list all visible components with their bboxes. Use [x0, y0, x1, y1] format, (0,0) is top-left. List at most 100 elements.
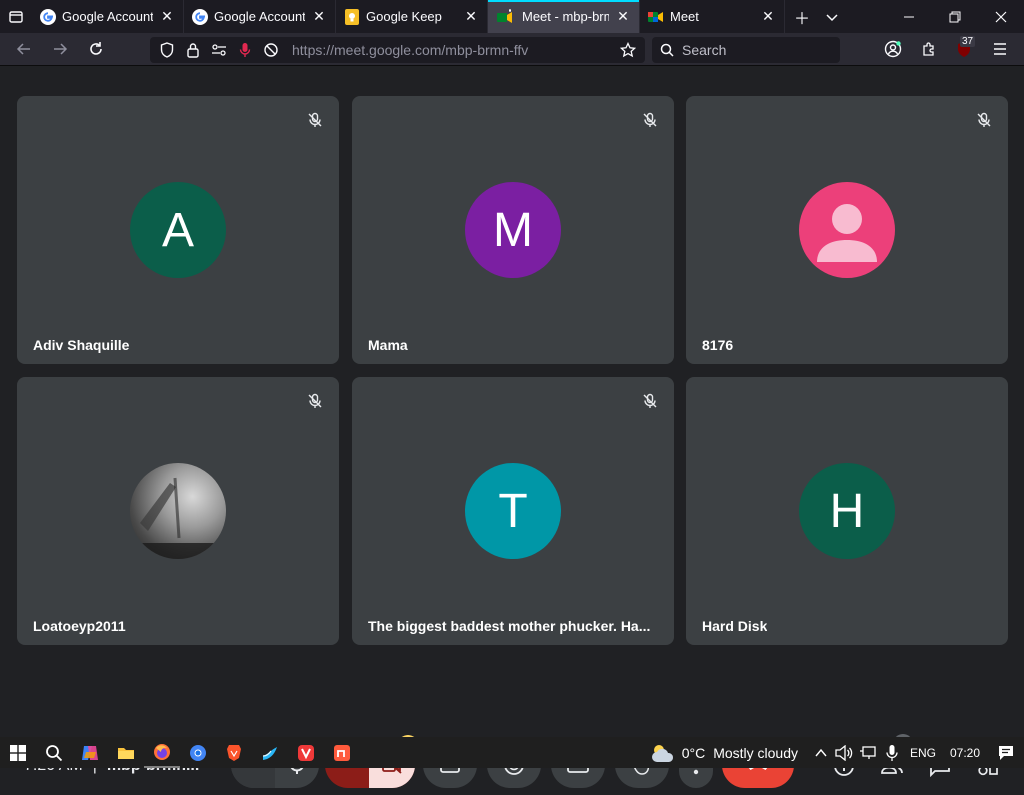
avatar: M [465, 182, 561, 278]
restore-button[interactable] [932, 0, 978, 33]
navigation-bar: https://meet.google.com/mbp-brmn-ffv Sea… [0, 33, 1024, 66]
participant-name: Loatoeyp2011 [33, 618, 126, 634]
close-icon[interactable]: ✕ [463, 8, 479, 25]
forward-button[interactable] [42, 33, 78, 66]
avatar: A [130, 182, 226, 278]
vivaldi-taskbar-button[interactable] [288, 737, 324, 768]
mic-off-icon [972, 108, 996, 132]
back-button[interactable] [6, 33, 42, 66]
default-person-avatar [799, 182, 895, 278]
search-icon [660, 43, 674, 57]
search-placeholder: Search [682, 42, 727, 58]
camera-blocked-icon[interactable] [262, 41, 280, 59]
close-icon[interactable]: ✕ [760, 8, 776, 25]
puzzle-icon [923, 42, 934, 56]
extensions-button[interactable] [911, 33, 947, 66]
bird-app-icon [262, 746, 277, 760]
google-g-icon [40, 8, 56, 25]
teams-taskbar-button[interactable] [252, 737, 288, 768]
speaker-icon [835, 744, 853, 761]
clock-button[interactable]: 07:20 [942, 737, 988, 768]
close-icon [995, 11, 1007, 22]
permissions-icon[interactable] [210, 41, 228, 59]
brave-lion-icon [227, 744, 241, 761]
account-button[interactable] [875, 33, 911, 66]
reload-button[interactable] [78, 33, 114, 66]
tab-title: Meet [670, 9, 699, 24]
search-taskbar-button[interactable] [36, 737, 72, 768]
tab-google-account-2[interactable]: Google Account ✕ [184, 0, 336, 33]
language-indicator: ENG [909, 745, 936, 760]
person-icon [817, 204, 877, 262]
chevron-down-icon [826, 13, 838, 21]
copilot-icon [82, 745, 98, 760]
participant-name: Hard Disk [702, 618, 768, 634]
microphone-active-icon[interactable] [236, 41, 254, 59]
tab-meet-active[interactable]: Meet - mbp-brmn-ffv ✕ [488, 0, 640, 33]
search-bar[interactable]: Search [652, 37, 840, 63]
microphone-in-use-button[interactable] [880, 737, 904, 768]
ublock-extension-button[interactable]: 37 [946, 33, 982, 66]
participant-tile[interactable]: A Adiv Shaquille [17, 96, 339, 364]
tab-list-icon [9, 10, 23, 23]
app-taskbar-button[interactable] [324, 737, 360, 768]
participant-name: Mama [368, 337, 408, 353]
network-icon [860, 745, 876, 759]
vivaldi-icon [298, 744, 314, 761]
reload-icon [90, 42, 102, 55]
show-hidden-icons-button[interactable] [810, 737, 832, 768]
start-button[interactable] [0, 737, 36, 768]
copilot-taskbar-button[interactable] [72, 737, 108, 768]
participant-tile[interactable]: H Hard Disk [686, 377, 1008, 645]
close-window-button[interactable] [978, 0, 1024, 33]
tab-google-account-1[interactable]: Google Account ✕ [32, 0, 184, 33]
arrow-right-icon [54, 43, 68, 55]
tab-google-keep[interactable]: Google Keep ✕ [336, 0, 488, 33]
avatar: H [799, 463, 895, 559]
participant-tile[interactable]: M Mama [352, 96, 674, 364]
weather-widget[interactable]: 0°C Mostly cloudy [650, 742, 798, 764]
minimize-icon [904, 16, 914, 17]
app-icon [334, 744, 350, 761]
firefox-taskbar-button[interactable] [144, 737, 180, 768]
url-bar[interactable]: https://meet.google.com/mbp-brmn-ffv [150, 37, 645, 63]
meet-audio-icon [496, 8, 516, 25]
new-tab-button[interactable]: ＋ [787, 0, 817, 33]
star-icon[interactable] [619, 41, 637, 59]
participant-tile[interactable]: T The biggest baddest mother phucker. Ha… [352, 377, 674, 645]
clock-time: 07:20 [949, 745, 981, 760]
volume-button[interactable] [832, 737, 856, 768]
brave-taskbar-button[interactable] [216, 737, 252, 768]
all-tabs-button[interactable] [817, 0, 847, 33]
firefox-icon [154, 743, 170, 760]
close-icon[interactable]: ✕ [159, 8, 175, 25]
network-button[interactable] [856, 737, 880, 768]
close-icon[interactable]: ✕ [615, 8, 631, 25]
folder-icon [118, 747, 134, 759]
participant-name: Adiv Shaquille [33, 337, 130, 353]
close-icon[interactable]: ✕ [311, 8, 327, 25]
tab-list-button[interactable] [0, 0, 32, 33]
arrow-left-icon [16, 43, 30, 55]
google-keep-icon [344, 8, 360, 25]
shield-icon[interactable] [158, 41, 176, 59]
participant-tile[interactable]: 8176 [686, 96, 1008, 364]
menu-button[interactable] [982, 33, 1018, 66]
lock-icon[interactable] [184, 41, 202, 59]
participant-tile[interactable]: Loatoeyp2011 [17, 377, 339, 645]
photo-avatar [130, 463, 226, 559]
tab-bar: Google Account ✕ Google Account ✕ Google… [0, 0, 1024, 33]
language-button[interactable]: ENG [904, 737, 942, 768]
url-path: /mbp-brmn-ffv [441, 42, 529, 58]
notifications-button[interactable] [988, 737, 1024, 768]
participant-name: The biggest baddest mother phucker. Ha..… [368, 618, 651, 634]
chrome-icon [190, 744, 206, 761]
minimize-button[interactable] [886, 0, 932, 33]
chrome-taskbar-button[interactable] [180, 737, 216, 768]
participant-name: 8176 [702, 337, 734, 353]
tab-meet[interactable]: Meet ✕ [640, 0, 785, 33]
account-icon [884, 40, 902, 58]
windows-taskbar: 0°C Mostly cloudy ENG 07:20 [0, 737, 1024, 768]
file-explorer-taskbar-button[interactable] [108, 737, 144, 768]
windows-logo-icon [10, 744, 26, 761]
